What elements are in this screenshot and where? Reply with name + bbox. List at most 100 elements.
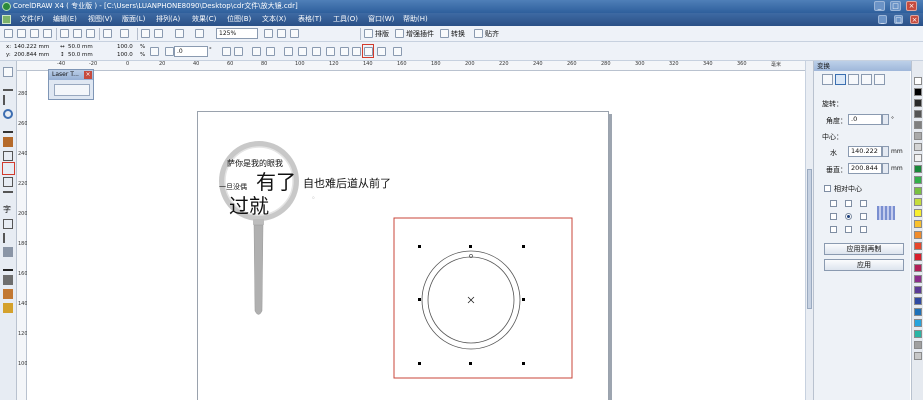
simplify-icon[interactable]: [326, 47, 335, 56]
basic-shapes-tool-icon[interactable]: [3, 191, 13, 201]
x-position-field[interactable]: 140.222 mm: [14, 44, 49, 51]
y-position-field[interactable]: 200.844 mm: [14, 52, 49, 59]
menu-edit[interactable]: 编辑(E): [53, 13, 77, 26]
color-swatch[interactable]: [914, 297, 922, 305]
new-icon[interactable]: [4, 29, 13, 38]
scale-width-field[interactable]: 100.0: [117, 44, 133, 51]
position-tab-icon[interactable]: [822, 74, 833, 85]
trim-icon[interactable]: [298, 47, 307, 56]
color-swatch[interactable]: [914, 99, 922, 107]
color-swatch[interactable]: [914, 132, 922, 140]
selected-ring-object[interactable]: [421, 250, 521, 350]
print-icon[interactable]: [43, 29, 52, 38]
color-swatch[interactable]: [914, 187, 922, 195]
convert-icon[interactable]: [440, 29, 449, 38]
close-button[interactable]: ×: [906, 1, 917, 11]
menu-file[interactable]: 文件(F): [20, 13, 44, 26]
text-tool-icon[interactable]: 字: [3, 205, 13, 215]
arrange-tool-1-icon[interactable]: [252, 47, 261, 56]
menu-layout[interactable]: 版面(L): [122, 13, 145, 26]
color-swatch[interactable]: [914, 231, 922, 239]
laser-window-close-button[interactable]: ×: [84, 71, 92, 79]
weld-icon[interactable]: [284, 47, 293, 56]
skew-tab-icon[interactable]: [874, 74, 885, 85]
size-tab-icon[interactable]: [861, 74, 872, 85]
menu-tools[interactable]: 工具(O): [333, 13, 358, 26]
minimize-button[interactable]: _: [874, 1, 885, 11]
rotate-tab-icon[interactable]: [835, 74, 846, 85]
color-swatch[interactable]: [914, 352, 922, 360]
color-swatch[interactable]: [914, 176, 922, 184]
anchor-grid[interactable]: [830, 200, 870, 236]
create-object-icon[interactable]: [377, 47, 386, 56]
ellipse-tool-icon[interactable]: [2, 162, 15, 175]
pick-tool-icon[interactable]: [3, 67, 13, 77]
enhance-plugin-icon[interactable]: [395, 29, 404, 38]
interactive-blend-tool-icon[interactable]: [3, 247, 13, 257]
color-swatch[interactable]: [914, 198, 922, 206]
menu-view[interactable]: 视图(V): [88, 13, 112, 26]
snap-label[interactable]: 贴齐: [485, 29, 499, 39]
width-field[interactable]: 50.0 mm: [68, 44, 93, 51]
color-swatch[interactable]: [914, 242, 922, 250]
scrollbar-thumb[interactable]: [807, 169, 812, 309]
laser-tool-buttons[interactable]: [54, 84, 90, 96]
color-swatch[interactable]: [914, 121, 922, 129]
horizontal-spinner[interactable]: [882, 146, 889, 157]
menu-help[interactable]: 帮助(H): [403, 13, 428, 26]
back-minus-front-icon[interactable]: [352, 47, 361, 56]
document-restore-button[interactable]: □: [894, 15, 903, 24]
color-swatch[interactable]: [914, 220, 922, 228]
menu-window[interactable]: 窗口(W): [368, 13, 394, 26]
rotation-angle-field[interactable]: .0: [174, 46, 208, 57]
selection-handles[interactable]: [418, 245, 525, 365]
vertical-spinner[interactable]: [882, 163, 889, 174]
fill-tool-icon[interactable]: [3, 289, 13, 299]
canvas-vertical-scrollbar[interactable]: [805, 61, 813, 400]
interactive-fill-tool-icon[interactable]: [3, 303, 13, 313]
smart-fill-tool-icon[interactable]: [3, 137, 13, 147]
zoom-levels-combo[interactable]: 125%: [216, 28, 258, 39]
angle-spinner[interactable]: [882, 114, 889, 125]
redo-icon[interactable]: [120, 29, 129, 38]
apply-to-duplicate-button[interactable]: 应用到再制: [824, 243, 904, 255]
color-swatch[interactable]: [914, 319, 922, 327]
document-close-button[interactable]: ×: [910, 15, 919, 24]
menu-effects[interactable]: 效果(C): [192, 13, 216, 26]
color-swatch[interactable]: [914, 341, 922, 349]
color-swatch[interactable]: [914, 77, 922, 85]
mirror-vertical-icon[interactable]: [234, 47, 243, 56]
maximize-button[interactable]: □: [890, 1, 901, 11]
horizontal-center-input[interactable]: 140.222: [848, 146, 882, 157]
menu-bitmaps[interactable]: 位图(B): [227, 13, 251, 26]
freehand-tool-icon[interactable]: [3, 123, 13, 133]
lock-ratio-icon[interactable]: [150, 47, 159, 56]
horizontal-ruler[interactable]: -40 -20 0 20 40 60 80 100 120 140 160 18…: [17, 61, 805, 71]
welcome-screen-icon[interactable]: [195, 29, 204, 38]
paste-icon[interactable]: [86, 29, 95, 38]
rectangle-tool-icon[interactable]: [3, 151, 13, 161]
intersect-icon[interactable]: [312, 47, 321, 56]
color-swatch[interactable]: [914, 275, 922, 283]
vertical-center-input[interactable]: 200.844: [848, 163, 882, 174]
apply-button[interactable]: 应用: [824, 259, 904, 271]
corel-online-icon[interactable]: [290, 29, 299, 38]
color-swatch[interactable]: [914, 209, 922, 217]
outline-tool-icon[interactable]: [3, 275, 13, 285]
undo-icon[interactable]: [103, 29, 112, 38]
document-minimize-button[interactable]: _: [878, 15, 887, 24]
table-tool-icon[interactable]: [3, 219, 13, 229]
save-icon[interactable]: [30, 29, 39, 38]
open-icon[interactable]: [17, 29, 26, 38]
color-swatch[interactable]: [914, 264, 922, 272]
drawing-canvas[interactable]: 萨你是我的眼我 一旦没偶 有了 过就 自也难后道从前了 。: [27, 71, 805, 400]
export-icon[interactable]: [154, 29, 163, 38]
scale-tab-icon[interactable]: [848, 74, 859, 85]
relative-center-checkbox[interactable]: [824, 185, 831, 192]
menu-table[interactable]: 表格(T): [298, 13, 322, 26]
vertical-ruler[interactable]: 280 260 240 220 200 180 160 140 120 100: [17, 71, 28, 400]
menu-arrange[interactable]: 排列(A): [156, 13, 180, 26]
front-minus-back-icon[interactable]: [340, 47, 349, 56]
arrange-tool-2-icon[interactable]: [266, 47, 275, 56]
dimension-tool-icon[interactable]: [3, 233, 13, 243]
